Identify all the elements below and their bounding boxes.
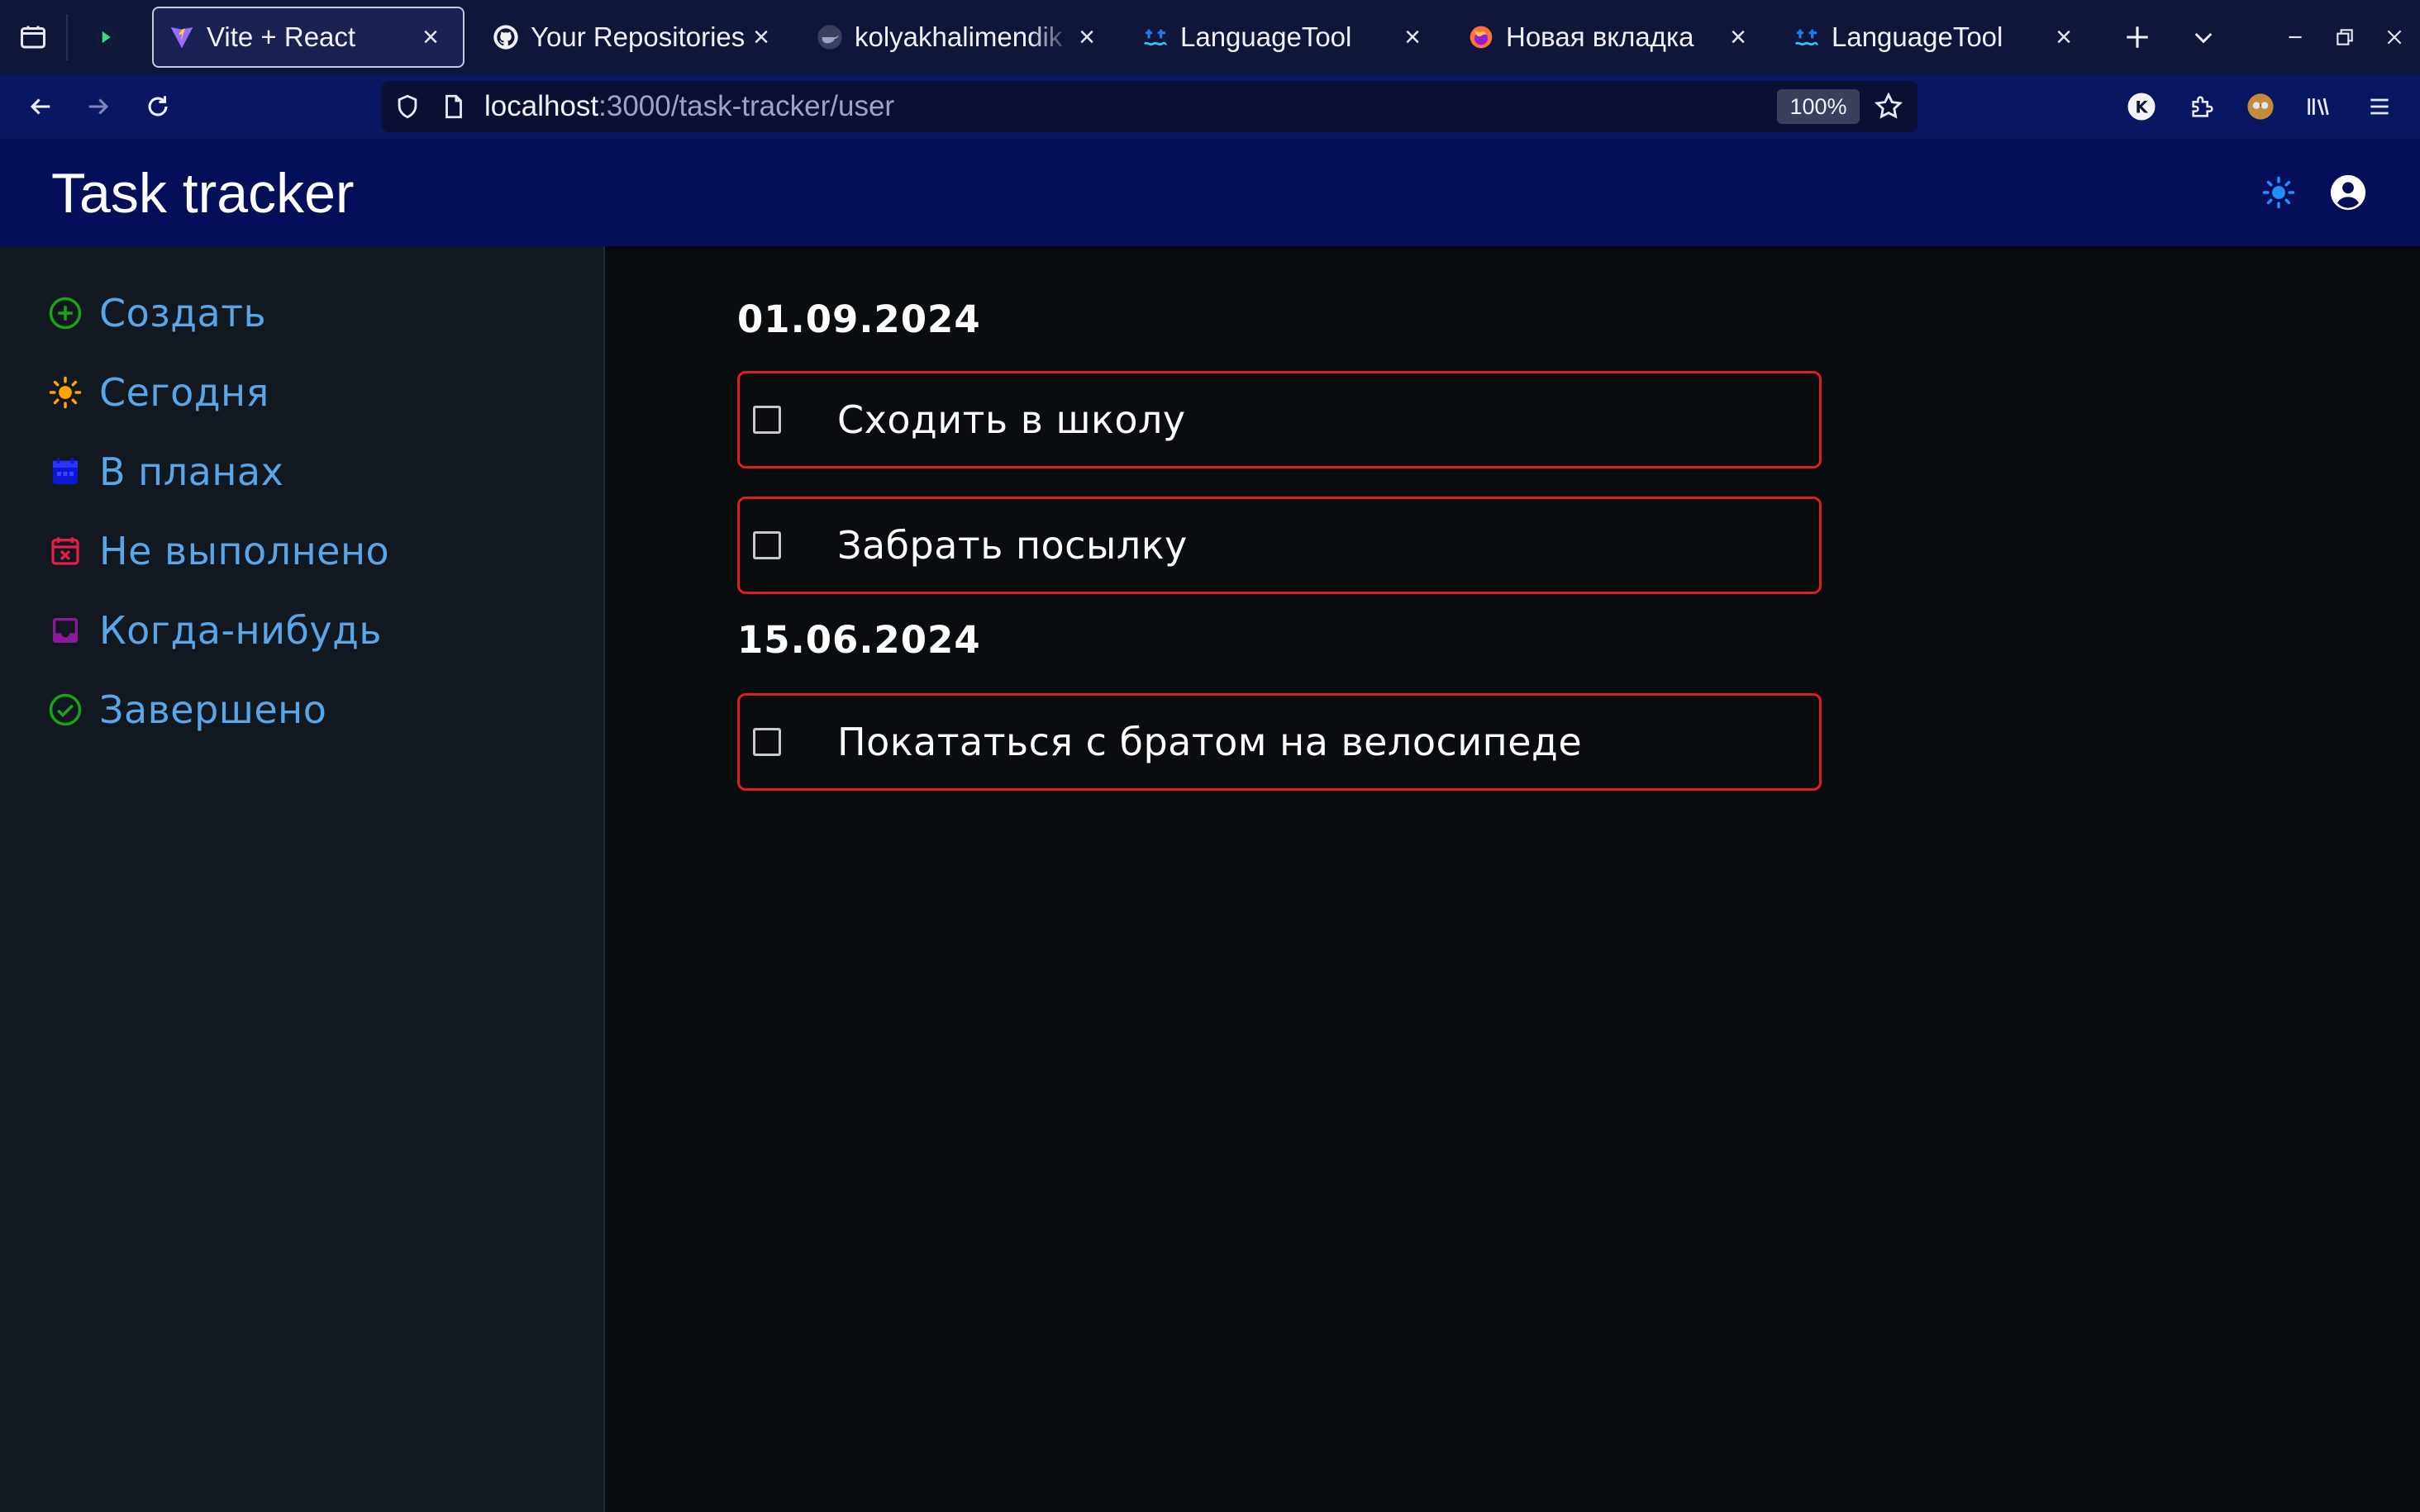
- sidebar-item-create[interactable]: Создать: [48, 284, 266, 342]
- sidebar-item-label: Завершено: [99, 687, 327, 732]
- task-checkbox[interactable]: [753, 406, 781, 434]
- shield-icon[interactable]: [393, 93, 422, 124]
- sidebar-item-completed[interactable]: Завершено: [48, 681, 326, 739]
- arrow-left-icon: [30, 98, 50, 115]
- minimize-icon: [2289, 36, 2302, 39]
- url-text[interactable]: localhost:3000/task-tracker/user: [484, 88, 894, 126]
- url-path: :3000/task-tracker/user: [598, 90, 895, 122]
- date-heading: 15.06.2024: [737, 618, 981, 662]
- tab-title: Your Repositories: [531, 21, 746, 52]
- url-bar[interactable]: localhost:3000/task-tracker/user 100%: [382, 81, 1917, 132]
- tab-docker-user[interactable]: kolyakhalimendik ×: [802, 7, 1119, 68]
- task-item[interactable]: Покататься с братом на велосипеде: [737, 693, 1822, 791]
- tab-title: Vite + React: [207, 21, 356, 52]
- sidebar-item-label: Когда-нибудь: [99, 608, 383, 653]
- languagetool-icon: [1142, 24, 1169, 50]
- list-all-tabs-button[interactable]: [2170, 0, 2237, 74]
- sun-icon[interactable]: [2261, 175, 2296, 213]
- tab-github-repositories[interactable]: Your Repositories ×: [478, 7, 793, 68]
- tab-new-tab[interactable]: Новая вкладка ×: [1453, 7, 1770, 68]
- tab-title: LanguageTool: [1180, 21, 1352, 52]
- sidebar-item-label: Сегодня: [99, 370, 269, 415]
- task-text: Покататься с братом на велосипеде: [837, 720, 1583, 764]
- task-text: Забрать посылку: [837, 523, 1188, 568]
- close-icon: [2387, 30, 2402, 45]
- sidebar-item-not-done[interactable]: Не выполнено: [48, 522, 389, 580]
- library-icon[interactable]: [2301, 89, 2336, 124]
- github-icon: [493, 24, 519, 50]
- extension-avatar-icon[interactable]: [2243, 89, 2278, 124]
- docker-icon: [817, 24, 843, 50]
- sidebar-item-planned[interactable]: В планах: [48, 443, 283, 501]
- restore-icon: [2337, 29, 2353, 45]
- firefox-view-icon[interactable]: [0, 0, 66, 74]
- arrow-right-icon: [88, 98, 109, 115]
- close-window-button[interactable]: [2365, 0, 2420, 74]
- vite-icon: [169, 24, 195, 50]
- close-icon[interactable]: ×: [1398, 21, 1427, 54]
- app-title: Task tracker: [51, 162, 355, 225]
- sun-icon: [48, 375, 83, 410]
- firefox-icon: [1468, 24, 1494, 50]
- page-info-icon[interactable]: [440, 93, 468, 124]
- app-header: Task tracker: [0, 139, 2420, 246]
- close-icon[interactable]: ×: [417, 21, 445, 54]
- tab-title: Новая вкладка: [1506, 21, 1694, 52]
- back-button[interactable]: [12, 74, 69, 139]
- extensions-puzzle-icon[interactable]: [2185, 89, 2220, 124]
- task-text: Сходить в школу: [837, 397, 1186, 442]
- plus-icon: [2127, 26, 2148, 48]
- languagetool-icon: [1794, 24, 1820, 50]
- close-icon[interactable]: ×: [1073, 21, 1101, 54]
- pinned-tab[interactable]: [68, 0, 144, 74]
- task-list: 01.09.2024 Сходить в школу Забрать посыл…: [605, 246, 2420, 1512]
- inbox-icon: [48, 613, 83, 648]
- calendar-x-icon: [48, 534, 83, 568]
- zoom-badge[interactable]: 100%: [1777, 89, 1860, 124]
- sidebar-item-label: В планах: [99, 449, 284, 494]
- tab-title: kolyakhalimendik: [855, 21, 1063, 52]
- sidebar-item-label: Создать: [99, 291, 267, 335]
- sidebar-item-label: Не выполнено: [99, 529, 390, 573]
- reload-button[interactable]: [129, 74, 187, 139]
- add-circle-icon: [48, 296, 83, 330]
- task-item[interactable]: Сходить в школу: [737, 371, 1822, 468]
- tab-languagetool-2[interactable]: LanguageTool ×: [1779, 7, 2096, 68]
- calendar-icon: [48, 454, 83, 489]
- hamburger-menu-icon[interactable]: [2362, 89, 2397, 124]
- reload-icon: [148, 96, 168, 116]
- task-item[interactable]: Забрать посылку: [737, 497, 1822, 594]
- sidebar: Создать Сегодня В планах Не выполнено Ко…: [0, 246, 605, 1512]
- url-host: localhost: [484, 90, 599, 122]
- extension-k-icon[interactable]: K: [2124, 89, 2159, 124]
- account-circle-icon[interactable]: [2329, 174, 2367, 215]
- pinned-play-icon: [93, 25, 118, 50]
- forward-button[interactable]: [69, 74, 127, 139]
- tab-languagetool[interactable]: LanguageTool ×: [1127, 7, 1445, 68]
- close-icon[interactable]: ×: [2050, 21, 2078, 54]
- date-heading: 01.09.2024: [737, 297, 981, 341]
- chevron-down-icon: [2194, 32, 2213, 44]
- task-checkbox[interactable]: [753, 728, 781, 756]
- check-circle-icon: [48, 692, 83, 727]
- sidebar-item-today[interactable]: Сегодня: [48, 364, 269, 421]
- svg-text:K: K: [2135, 98, 2148, 117]
- bookmark-star-icon[interactable]: [1873, 91, 1904, 126]
- tab-vite-react[interactable]: Vite + React ×: [152, 7, 464, 68]
- browser-tab-strip: Vite + React × Your Repositories × kolya…: [0, 0, 2420, 74]
- sidebar-item-someday[interactable]: Когда-нибудь: [48, 601, 382, 659]
- browser-nav-bar: localhost:3000/task-tracker/user 100% K: [0, 74, 2420, 139]
- close-icon[interactable]: ×: [1724, 21, 1752, 54]
- new-tab-button[interactable]: [2104, 0, 2170, 74]
- task-checkbox[interactable]: [753, 531, 781, 559]
- close-icon[interactable]: ×: [747, 21, 775, 54]
- tab-title: LanguageTool: [1832, 21, 2003, 52]
